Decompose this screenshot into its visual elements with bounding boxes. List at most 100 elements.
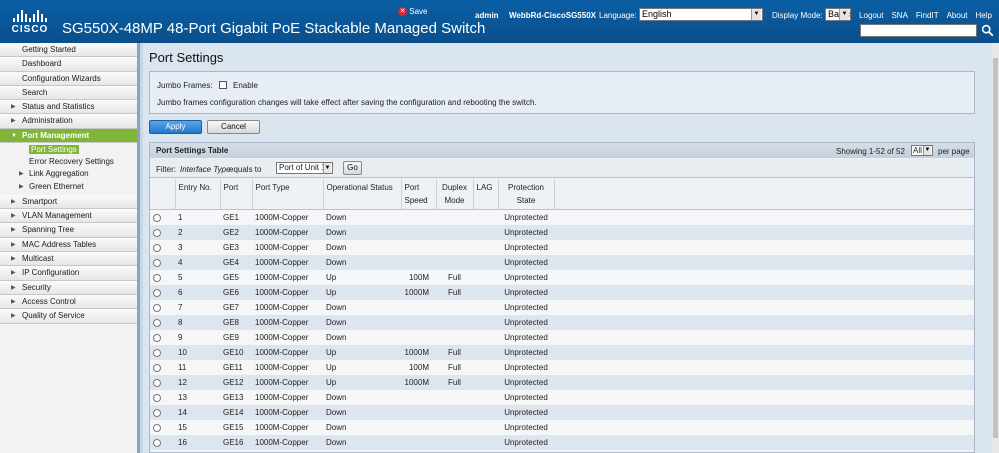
row-radio-button[interactable] <box>153 213 161 222</box>
findit-link[interactable]: FindIT <box>916 11 939 20</box>
table-row[interactable]: 8 GE8 1000M-Copper Down Unprotected <box>150 315 974 330</box>
row-radio-button[interactable] <box>153 348 161 357</box>
sidebar-item-access-control[interactable]: ▶ Access Control <box>0 294 137 310</box>
row-radio-button[interactable] <box>153 363 161 372</box>
row-radio-button[interactable] <box>153 303 161 312</box>
display-mode-select[interactable]: Basic ▼ <box>825 8 851 21</box>
cell-port: GE5 <box>220 270 252 285</box>
table-row[interactable]: 6 GE6 1000M-Copper Up 1000M Full Unprotected <box>150 285 974 300</box>
save-button[interactable]: ✕ Save <box>398 7 427 17</box>
table-row[interactable]: 12 GE12 1000M-Copper Up 1000M Full Unprotected <box>150 375 974 390</box>
table-row[interactable]: 4 GE4 1000M-Copper Down Unprotected <box>150 255 974 270</box>
table-row[interactable]: 11 GE11 1000M-Copper Up 100M Full Unprotected <box>150 360 974 375</box>
sidebar-item-label: Spanning Tree <box>22 225 75 235</box>
sidebar-subitem-error-recovery-settings[interactable]: Error Recovery Settings <box>0 156 137 168</box>
table-row[interactable]: 2 GE2 1000M-Copper Down Unprotected <box>150 225 974 240</box>
filler-cell <box>554 315 974 330</box>
table-row[interactable]: 5 GE5 1000M-Copper Up 100M Full Unprotected <box>150 270 974 285</box>
row-radio-button[interactable] <box>153 378 161 387</box>
sidebar-subitem-link-aggregation[interactable]: ▶ Link Aggregation <box>0 168 137 180</box>
sidebar-item-quality-of-service[interactable]: ▶ Quality of Service <box>0 309 137 324</box>
about-link[interactable]: About <box>947 11 968 20</box>
cell-status: Up <box>323 285 401 300</box>
row-radio-button[interactable] <box>153 423 161 432</box>
row-radio-button[interactable] <box>153 243 161 252</box>
table-row[interactable]: 16 GE16 1000M-Copper Down Unprotected <box>150 435 974 450</box>
help-link[interactable]: Help <box>976 11 992 20</box>
row-radio-button[interactable] <box>153 408 161 417</box>
cell-duplex: Full <box>436 270 473 285</box>
cell-port: GE15 <box>220 420 252 435</box>
scrollbar-thumb[interactable] <box>993 58 998 438</box>
sidebar-item-configuration-wizards[interactable]: Configuration Wizards <box>0 71 137 86</box>
caret-right-icon: ▶ <box>11 270 16 277</box>
row-radio-button[interactable] <box>153 333 161 342</box>
cell-entry: 9 <box>175 330 220 345</box>
sidebar-item-administration[interactable]: ▶ Administration <box>0 114 137 129</box>
table-row[interactable]: 13 GE13 1000M-Copper Down Unprotected <box>150 390 974 405</box>
sidebar-item-status-and-statistics[interactable]: ▶ Status and Statistics <box>0 100 137 115</box>
cell-speed <box>401 315 436 330</box>
apply-button[interactable]: Apply <box>149 120 202 134</box>
sna-link[interactable]: SNA <box>891 11 907 20</box>
row-radio-button[interactable] <box>153 258 161 267</box>
chevron-down-icon: ▼ <box>323 163 331 173</box>
sidebar-item-multicast[interactable]: ▶ Multicast <box>0 252 137 267</box>
table-row[interactable]: 3 GE3 1000M-Copper Down Unprotected <box>150 240 974 255</box>
row-select-cell <box>150 390 175 405</box>
cell-status: Down <box>323 405 401 420</box>
sidebar-item-label: Link Aggregation <box>29 169 89 179</box>
caret-right-icon: ▶ <box>11 313 16 320</box>
per-page-select[interactable]: All ▼ <box>911 145 933 156</box>
sidebar-subitem-port-settings[interactable]: Port Settings <box>0 144 137 156</box>
filter-row: Filter: Interface Type equals to Port of… <box>150 159 974 178</box>
sidebar-item-mac-address-tables[interactable]: ▶ MAC Address Tables <box>0 237 137 253</box>
cell-protection: Unprotected <box>498 209 554 225</box>
row-radio-button[interactable] <box>153 438 161 447</box>
search-icon[interactable] <box>981 24 994 37</box>
cell-port: GE12 <box>220 375 252 390</box>
sidebar-item-smartport[interactable]: ▶ Smartport <box>0 194 137 210</box>
sidebar-item-ip-configuration[interactable]: ▶ IP Configuration <box>0 266 137 281</box>
go-button[interactable]: Go <box>343 161 362 175</box>
row-radio-button[interactable] <box>153 228 161 237</box>
caret-right-icon: ▶ <box>11 213 16 220</box>
sidebar-item-label: Port Management <box>22 130 90 140</box>
table-row[interactable]: 15 GE15 1000M-Copper Down Unprotected <box>150 420 974 435</box>
jumbo-frames-note: Jumbo frames configuration changes will … <box>157 98 537 107</box>
jumbo-frames-checkbox[interactable] <box>219 81 227 89</box>
cell-status: Down <box>323 255 401 270</box>
table-row[interactable]: 10 GE10 1000M-Copper Up 1000M Full Unprotected <box>150 345 974 360</box>
row-radio-button[interactable] <box>153 273 161 282</box>
row-radio-button[interactable] <box>153 288 161 297</box>
cancel-button[interactable]: Cancel <box>207 120 260 134</box>
row-radio-button[interactable] <box>153 393 161 402</box>
search-input[interactable] <box>860 24 977 37</box>
sidebar-item-vlan-management[interactable]: ▶ VLAN Management <box>0 209 137 224</box>
cell-status: Up <box>323 345 401 360</box>
row-radio-button[interactable] <box>153 318 161 327</box>
logout-link[interactable]: Logout <box>859 11 883 20</box>
filter-value-select[interactable]: Port of Unit 1 ▼ <box>276 162 333 174</box>
cell-protection: Unprotected <box>498 405 554 420</box>
sidebar-subitem-green-ethernet[interactable]: ▶ Green Ethernet <box>0 181 137 193</box>
sidebar-item-spanning-tree[interactable]: ▶ Spanning Tree <box>0 223 137 238</box>
cell-port: GE11 <box>220 360 252 375</box>
sidebar-item-security[interactable]: ▶ Security <box>0 280 137 295</box>
cell-port: GE14 <box>220 405 252 420</box>
cell-entry: 1 <box>175 209 220 225</box>
table-row[interactable]: 1 GE1 1000M-Copper Down Unprotected <box>150 209 974 225</box>
sidebar-item-port-management[interactable]: ▼ Port Management <box>0 128 137 144</box>
language-select[interactable]: English ▼ <box>639 8 763 21</box>
sidebar-item-dashboard[interactable]: Dashboard <box>0 57 137 72</box>
filler-cell <box>554 345 974 360</box>
cell-status: Down <box>323 330 401 345</box>
sidebar-item-search[interactable]: Search <box>0 85 137 101</box>
sidebar-item-getting-started[interactable]: Getting Started <box>0 43 137 58</box>
table-row[interactable]: 7 GE7 1000M-Copper Down Unprotected <box>150 300 974 315</box>
cell-duplex <box>436 209 473 225</box>
table-row[interactable]: 9 GE9 1000M-Copper Down Unprotected <box>150 330 974 345</box>
port-settings-table: Entry No. Port Port Type Operational Sta… <box>150 179 974 450</box>
cell-protection: Unprotected <box>498 315 554 330</box>
table-row[interactable]: 14 GE14 1000M-Copper Down Unprotected <box>150 405 974 420</box>
